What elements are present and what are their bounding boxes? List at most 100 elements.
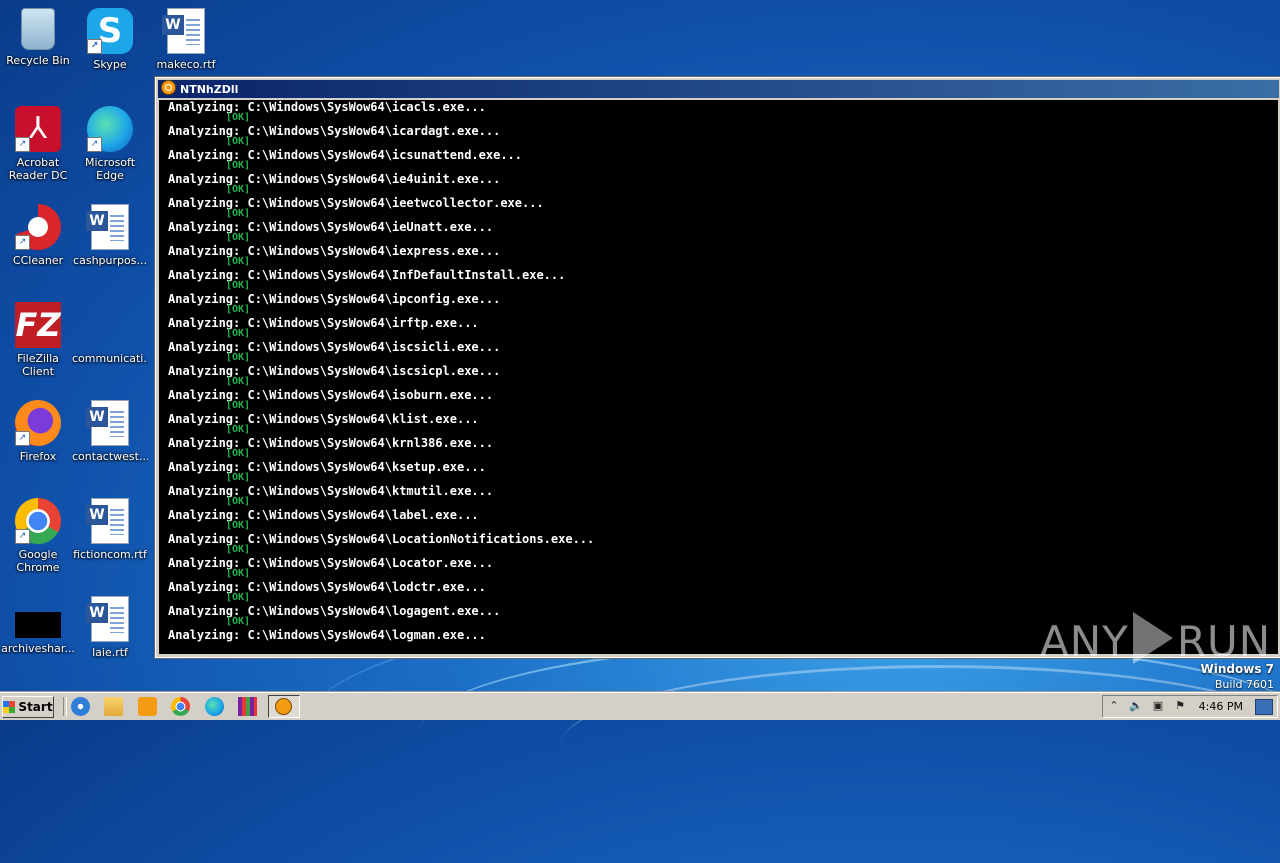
desktop-icon-communicati[interactable]: communicati... bbox=[72, 302, 148, 365]
taskbar-button-console[interactable] bbox=[268, 695, 300, 718]
desktop-icon-edge[interactable]: ↗ Microsoft Edge bbox=[72, 106, 148, 182]
start-button[interactable]: Start bbox=[2, 696, 54, 718]
speaker-icon[interactable]: 🔈 bbox=[1129, 699, 1143, 713]
folder-icon[interactable] bbox=[104, 697, 123, 716]
window-title: NTNhZDll bbox=[180, 83, 239, 96]
word-document-icon: W bbox=[86, 498, 129, 544]
ok-status: [OK] bbox=[226, 280, 251, 291]
taskbar: Start ⌃ 🔈 ▣ ⚑ 4:46 PM bbox=[0, 692, 1280, 720]
winrar-icon[interactable] bbox=[238, 697, 257, 716]
console-line: Analyzing: C:\Windows\SysWow64\label.exe… bbox=[168, 508, 479, 522]
console-line: Analyzing: C:\Windows\SysWow64\Locator.e… bbox=[168, 556, 494, 570]
desktop-icon-filezilla[interactable]: FZ FileZilla Client bbox=[0, 302, 76, 378]
console-output: Analyzing: C:\Windows\SysWow64\icacls.ex… bbox=[159, 100, 1278, 654]
ok-status: [OK] bbox=[226, 184, 251, 195]
ok-status: [OK] bbox=[226, 520, 251, 531]
console-line: Analyzing: C:\Windows\SysWow64\logman.ex… bbox=[168, 628, 486, 642]
network-icon[interactable]: ▣ bbox=[1151, 699, 1165, 713]
console-line: Analyzing: C:\Windows\SysWow64\ktmutil.e… bbox=[168, 484, 494, 498]
media-player-icon[interactable] bbox=[138, 697, 157, 716]
ok-status: [OK] bbox=[226, 568, 251, 579]
console-line: Analyzing: C:\Windows\SysWow64\ieetwcoll… bbox=[168, 196, 544, 210]
ok-status: [OK] bbox=[226, 208, 251, 219]
recycle-bin-icon bbox=[21, 8, 55, 50]
console-line: Analyzing: C:\Windows\SysWow64\iscsicpl.… bbox=[168, 364, 501, 378]
blank-file-icon bbox=[87, 302, 133, 348]
chrome-icon: ↗ bbox=[15, 498, 61, 544]
app-icon bbox=[161, 80, 176, 95]
desktop-icon-laie[interactable]: W laie.rtf bbox=[72, 596, 148, 659]
desktop-icon-ccleaner[interactable]: ↗ CCleaner bbox=[0, 204, 76, 267]
taskbar-separator bbox=[63, 697, 67, 716]
console-line: Analyzing: C:\Windows\SysWow64\ie4uinit.… bbox=[168, 172, 501, 186]
window-titlebar[interactable]: NTNhZDll bbox=[158, 80, 1279, 98]
desktop-icon-firefox[interactable]: ↗ Firefox bbox=[0, 400, 76, 463]
ok-status: [OK] bbox=[226, 592, 251, 603]
ok-status: [OK] bbox=[226, 544, 251, 555]
clock[interactable]: 4:46 PM bbox=[1199, 699, 1243, 714]
system-tray: ⌃ 🔈 ▣ ⚑ 4:46 PM bbox=[1102, 695, 1278, 718]
console-line: Analyzing: C:\Windows\SysWow64\iscsicli.… bbox=[168, 340, 501, 354]
windows-version: Windows 7 Build 7601 bbox=[1200, 662, 1274, 691]
windows-flag-icon bbox=[3, 701, 16, 713]
ok-status: [OK] bbox=[226, 376, 251, 387]
console-line: Analyzing: C:\Windows\SysWow64\klist.exe… bbox=[168, 412, 479, 426]
console-line: Analyzing: C:\Windows\SysWow64\krnl386.e… bbox=[168, 436, 494, 450]
desktop-icon-cashpurpos[interactable]: W cashpurpos... bbox=[72, 204, 148, 267]
word-document-icon: W bbox=[162, 8, 205, 54]
ok-status: [OK] bbox=[226, 256, 251, 267]
ok-status: [OK] bbox=[226, 328, 251, 339]
flag-icon[interactable]: ⚑ bbox=[1173, 699, 1187, 713]
desktop-icon-skype[interactable]: S ↗ Skype bbox=[72, 8, 148, 71]
ok-status: [OK] bbox=[226, 472, 251, 483]
black-file-icon bbox=[15, 612, 61, 638]
console-line: Analyzing: C:\Windows\SysWow64\logagent.… bbox=[168, 604, 501, 618]
console-line: Analyzing: C:\Windows\SysWow64\iexpress.… bbox=[168, 244, 501, 258]
chevron-up-icon[interactable]: ⌃ bbox=[1107, 699, 1121, 713]
console-line: Analyzing: C:\Windows\SysWow64\icsunatte… bbox=[168, 148, 523, 162]
ok-status: [OK] bbox=[226, 232, 251, 243]
console-line: Analyzing: C:\Windows\SysWow64\icacls.ex… bbox=[168, 100, 486, 114]
ok-status: [OK] bbox=[226, 304, 251, 315]
desktop-icon-acrobat[interactable]: ⅄ ↗ Acrobat Reader DC bbox=[0, 106, 76, 182]
chrome-icon[interactable] bbox=[171, 697, 190, 716]
word-document-icon: W bbox=[86, 204, 129, 250]
console-line: Analyzing: C:\Windows\SysWow64\icardagt.… bbox=[168, 124, 501, 138]
ok-status: [OK] bbox=[226, 616, 251, 627]
desktop-icon-contactwest[interactable]: W contactwest... bbox=[72, 400, 148, 463]
edge-icon: ↗ bbox=[87, 106, 133, 152]
skype-icon: S ↗ bbox=[87, 8, 133, 54]
ok-status: [OK] bbox=[226, 160, 251, 171]
desktop-icon-chrome[interactable]: ↗ Google Chrome bbox=[0, 498, 76, 574]
ie-icon[interactable] bbox=[71, 697, 90, 716]
word-document-icon: W bbox=[86, 596, 129, 642]
app-icon bbox=[275, 698, 292, 715]
firefox-icon: ↗ bbox=[15, 400, 61, 446]
acrobat-icon: ⅄ ↗ bbox=[15, 106, 61, 152]
console-line: Analyzing: C:\Windows\SysWow64\ipconfig.… bbox=[168, 292, 501, 306]
filezilla-icon: FZ bbox=[15, 302, 61, 348]
console-line: Analyzing: C:\Windows\SysWow64\ksetup.ex… bbox=[168, 460, 486, 474]
desktop-icon-recycle-bin[interactable]: Recycle Bin bbox=[0, 8, 76, 67]
console-line: Analyzing: C:\Windows\SysWow64\isoburn.e… bbox=[168, 388, 494, 402]
word-document-icon: W bbox=[86, 400, 129, 446]
ok-status: [OK] bbox=[226, 136, 251, 147]
console-line: Analyzing: C:\Windows\SysWow64\ieUnatt.e… bbox=[168, 220, 494, 234]
ok-status: [OK] bbox=[226, 352, 251, 363]
console-line: Analyzing: C:\Windows\SysWow64\lodctr.ex… bbox=[168, 580, 486, 594]
ok-status: [OK] bbox=[226, 424, 251, 435]
ok-status: [OK] bbox=[226, 448, 251, 459]
desktop-icon-archiveshar[interactable]: archiveshar... bbox=[0, 596, 76, 655]
show-desktop-icon[interactable] bbox=[1255, 699, 1273, 715]
desktop-icon-fictioncom[interactable]: W fictioncom.rtf bbox=[72, 498, 148, 561]
ok-status: [OK] bbox=[226, 112, 251, 123]
anyrun-watermark: ANY RUN bbox=[1040, 612, 1271, 666]
ok-status: [OK] bbox=[226, 400, 251, 411]
desktop-icon-makeco[interactable]: W makeco.rtf bbox=[148, 8, 224, 71]
play-logo-icon bbox=[1132, 612, 1173, 664]
console-window[interactable]: NTNhZDll Analyzing: C:\Windows\SysWow64\… bbox=[155, 77, 1280, 658]
ccleaner-icon: ↗ bbox=[15, 204, 61, 250]
ok-status: [OK] bbox=[226, 496, 251, 507]
edge-icon[interactable] bbox=[205, 697, 224, 716]
console-line: Analyzing: C:\Windows\SysWow64\irftp.exe… bbox=[168, 316, 479, 330]
